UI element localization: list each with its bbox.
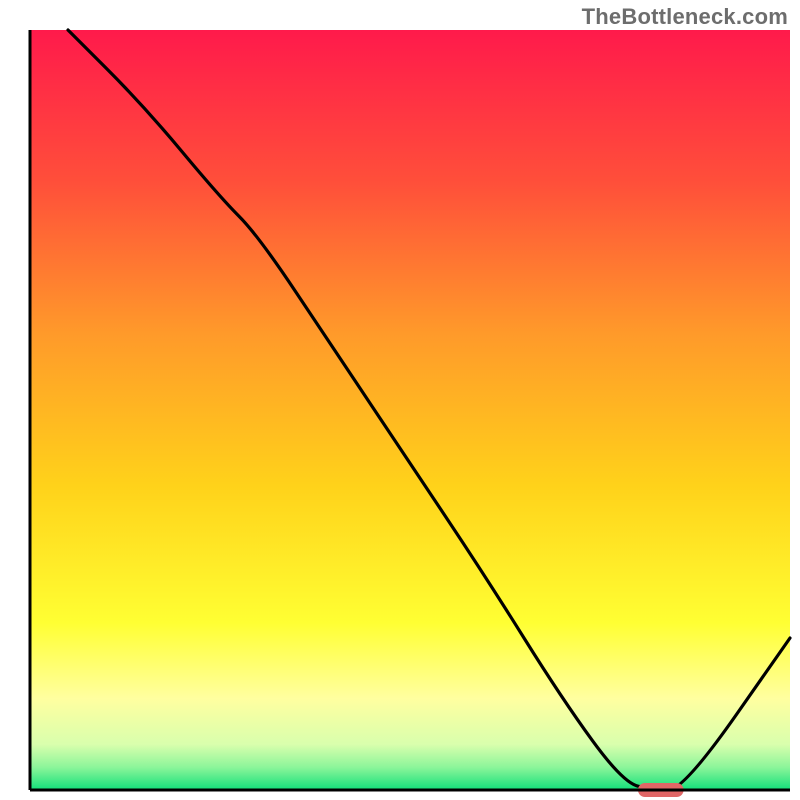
bottleneck-chart xyxy=(0,0,800,800)
plot-background xyxy=(30,30,790,790)
chart-container: { "watermark": "TheBottleneck.com", "cha… xyxy=(0,0,800,800)
